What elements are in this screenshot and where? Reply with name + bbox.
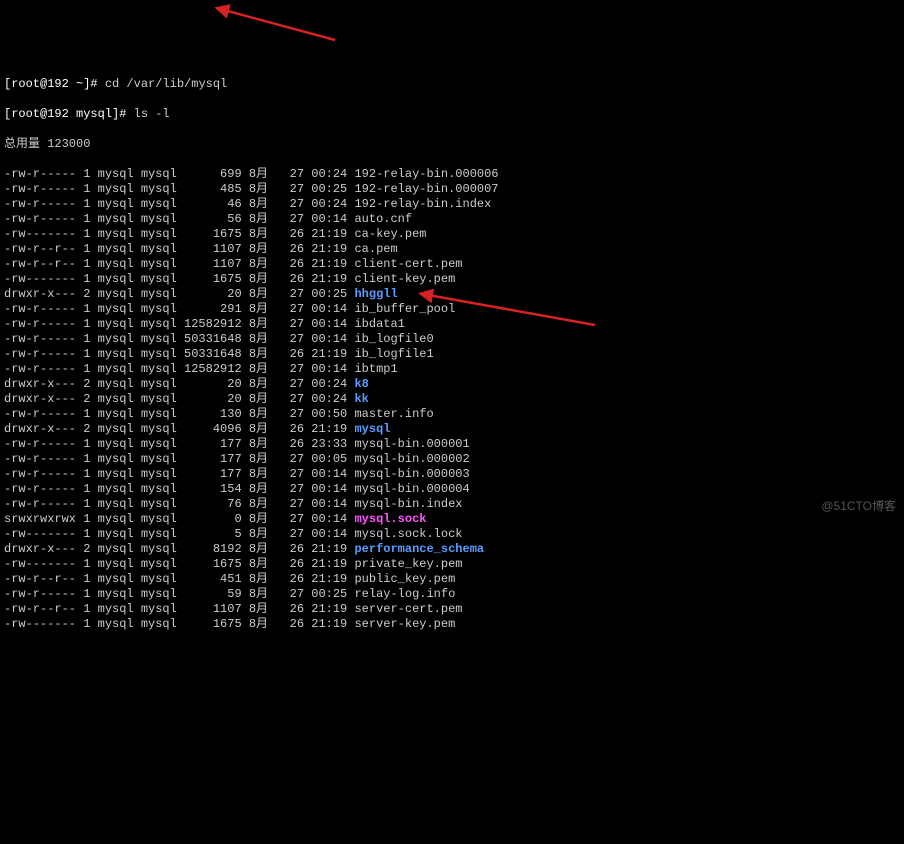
file-name: mysql-bin.000003 <box>354 467 469 481</box>
file-name: mysql-bin.000004 <box>354 482 469 496</box>
file-name: 192-relay-bin.000007 <box>354 182 498 196</box>
file-row: -rw-r----- 1 mysql mysql 46 8月 27 00:24 … <box>4 197 900 212</box>
file-row: -rw-r----- 1 mysql mysql 12582912 8月 27 … <box>4 362 900 377</box>
file-name: ib_buffer_pool <box>354 302 455 316</box>
file-row: -rw-r----- 1 mysql mysql 699 8月 27 00:24… <box>4 167 900 182</box>
file-row: -rw-r----- 1 mysql mysql 76 8月 27 00:14 … <box>4 497 900 512</box>
file-row: -rw-r----- 1 mysql mysql 50331648 8月 26 … <box>4 347 900 362</box>
file-row: -rw-r----- 1 mysql mysql 12582912 8月 27 … <box>4 317 900 332</box>
file-row: -rw------- 1 mysql mysql 1675 8月 26 21:1… <box>4 617 900 632</box>
annotation-arrow-top <box>210 0 350 50</box>
file-name: public_key.pem <box>354 572 455 586</box>
file-row: drwxr-x--- 2 mysql mysql 20 8月 27 00:25 … <box>4 287 900 302</box>
file-name: performance_schema <box>354 542 484 556</box>
file-name: mysql.sock.lock <box>354 527 462 541</box>
file-name: 192-relay-bin.000006 <box>354 167 498 181</box>
file-name: hhggll <box>354 287 397 301</box>
total-line: 总用量 123000 <box>4 137 900 152</box>
file-name: mysql-bin.000001 <box>354 437 469 451</box>
file-row: -rw-r----- 1 mysql mysql 130 8月 27 00:50… <box>4 407 900 422</box>
file-row: -rw-r----- 1 mysql mysql 177 8月 26 23:33… <box>4 437 900 452</box>
file-row: -rw-r----- 1 mysql mysql 154 8月 27 00:14… <box>4 482 900 497</box>
file-row: -rw-r----- 1 mysql mysql 59 8月 27 00:25 … <box>4 587 900 602</box>
file-name: 192-relay-bin.index <box>354 197 491 211</box>
file-name: auto.cnf <box>354 212 412 226</box>
file-name: ib_logfile1 <box>354 347 433 361</box>
file-name: kk <box>354 392 368 406</box>
file-row: -rw-r----- 1 mysql mysql 291 8月 27 00:14… <box>4 302 900 317</box>
file-name: relay-log.info <box>354 587 455 601</box>
file-name: server-cert.pem <box>354 602 462 616</box>
file-row: -rw-r----- 1 mysql mysql 177 8月 27 00:05… <box>4 452 900 467</box>
file-name: server-key.pem <box>354 617 455 631</box>
file-name: mysql <box>354 422 390 436</box>
terminal-output[interactable]: [root@192 ~]# cd /var/lib/mysql [root@19… <box>0 60 904 649</box>
file-listing: -rw-r----- 1 mysql mysql 699 8月 27 00:24… <box>4 167 900 632</box>
file-row: drwxr-x--- 2 mysql mysql 8192 8月 26 21:1… <box>4 542 900 557</box>
file-row: -rw-r----- 1 mysql mysql 177 8月 27 00:14… <box>4 467 900 482</box>
file-row: drwxr-x--- 2 mysql mysql 20 8月 27 00:24 … <box>4 377 900 392</box>
file-name: client-key.pem <box>354 272 455 286</box>
file-row: -rw------- 1 mysql mysql 1675 8月 26 21:1… <box>4 272 900 287</box>
file-name: master.info <box>354 407 433 421</box>
file-row: -rw-r--r-- 1 mysql mysql 1107 8月 26 21:1… <box>4 242 900 257</box>
file-name: client-cert.pem <box>354 257 462 271</box>
file-row: -rw------- 1 mysql mysql 1675 8月 26 21:1… <box>4 227 900 242</box>
file-name: mysql-bin.index <box>354 497 462 511</box>
file-name: private_key.pem <box>354 557 462 571</box>
prompt-line-2: [root@192 mysql]# ls -l <box>4 107 900 122</box>
file-name: ib_logfile0 <box>354 332 433 346</box>
file-name: k8 <box>354 377 368 391</box>
file-row: drwxr-x--- 2 mysql mysql 20 8月 27 00:24 … <box>4 392 900 407</box>
file-row: -rw-r----- 1 mysql mysql 50331648 8月 27 … <box>4 332 900 347</box>
file-row: -rw-r--r-- 1 mysql mysql 1107 8月 26 21:1… <box>4 602 900 617</box>
file-row: drwxr-x--- 2 mysql mysql 4096 8月 26 21:1… <box>4 422 900 437</box>
file-name: ibtmp1 <box>354 362 397 376</box>
file-name: mysql.sock <box>354 512 426 526</box>
file-name: ibdata1 <box>354 317 404 331</box>
prompt-line-1: [root@192 ~]# cd /var/lib/mysql <box>4 77 900 92</box>
watermark: @51CTO博客 <box>821 499 896 514</box>
file-row: -rw-r--r-- 1 mysql mysql 1107 8月 26 21:1… <box>4 257 900 272</box>
file-row: -rw-r----- 1 mysql mysql 56 8月 27 00:14 … <box>4 212 900 227</box>
file-row: -rw------- 1 mysql mysql 5 8月 27 00:14 m… <box>4 527 900 542</box>
file-name: mysql-bin.000002 <box>354 452 469 466</box>
file-row: -rw-r--r-- 1 mysql mysql 451 8月 26 21:19… <box>4 572 900 587</box>
file-row: -rw------- 1 mysql mysql 1675 8月 26 21:1… <box>4 557 900 572</box>
file-row: -rw-r----- 1 mysql mysql 485 8月 27 00:25… <box>4 182 900 197</box>
file-name: ca-key.pem <box>354 227 426 241</box>
file-name: ca.pem <box>354 242 397 256</box>
